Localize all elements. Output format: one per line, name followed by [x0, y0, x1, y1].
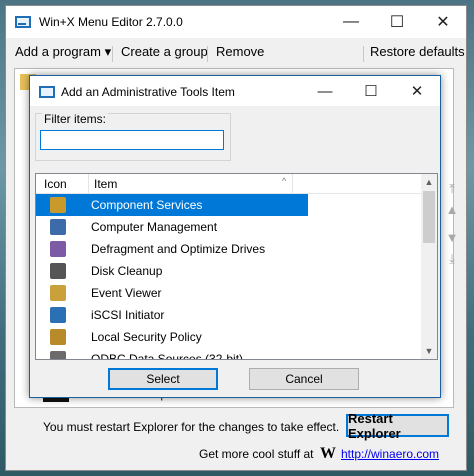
scroll-thumb[interactable]	[423, 191, 435, 243]
column-divider	[292, 174, 293, 193]
maximize-icon[interactable]: ☐	[374, 6, 420, 38]
main-window-title: Win+X Menu Editor 2.7.0.0	[39, 15, 183, 29]
table-row[interactable]: Component Services	[36, 194, 308, 216]
dialog-app-icon	[39, 86, 55, 98]
sort-chevron-icon: ^	[282, 176, 287, 186]
listview-scrollbar[interactable]: ▲ ▼	[421, 174, 437, 359]
promo-text: Get more cool stuff at	[199, 447, 314, 461]
row-label: Component Services	[91, 198, 203, 212]
move-down-icon[interactable]: ▼	[445, 231, 459, 245]
minimize-icon[interactable]: —	[328, 6, 374, 38]
listview-header: Icon Item ^	[36, 174, 421, 194]
scroll-up-icon[interactable]: ▲	[421, 174, 437, 190]
row-label: Event Viewer	[91, 286, 162, 300]
row-label: Defragment and Optimize Drives	[91, 242, 266, 256]
dialog-minimize-icon[interactable]: —	[302, 76, 348, 106]
scroll-down-icon[interactable]: ▼	[421, 343, 437, 359]
toolbar-divider	[112, 46, 113, 62]
dialog-titlebar: Add an Administrative Tools Item — ☐ ✕	[30, 76, 440, 106]
component-services-icon	[50, 197, 66, 213]
close-icon[interactable]: ✕	[420, 6, 466, 38]
table-row[interactable]: ODBC Data Sources (32-bit)	[36, 348, 421, 360]
listview-rows: Component Services Computer Management Def…	[36, 194, 421, 360]
remove-button[interactable]: Remove	[216, 44, 264, 59]
table-row[interactable]: Local Security Policy	[36, 326, 421, 348]
computer-management-icon	[50, 219, 66, 235]
table-row[interactable]: Disk Cleanup	[36, 260, 421, 282]
table-row[interactable]: Computer Management	[36, 216, 421, 238]
create-group-button[interactable]: Create a group	[121, 44, 208, 59]
move-top-icon[interactable]: ⤒	[445, 182, 459, 196]
security-policy-icon	[50, 329, 66, 345]
add-admin-tools-dialog: Add an Administrative Tools Item — ☐ ✕ F…	[29, 75, 441, 398]
winaero-link[interactable]: http://winaero.com	[341, 447, 439, 461]
iscsi-icon	[50, 307, 66, 323]
row-label: Disk Cleanup	[91, 264, 163, 278]
column-header-icon[interactable]: Icon	[44, 177, 67, 191]
add-program-button[interactable]: Add a program ▾	[15, 44, 111, 60]
column-divider	[88, 174, 89, 193]
event-viewer-icon	[50, 285, 66, 301]
defragment-icon	[50, 241, 66, 257]
column-header-item[interactable]: Item	[94, 177, 117, 191]
row-label: Computer Management	[91, 220, 218, 234]
table-row[interactable]: Event Viewer	[36, 282, 421, 304]
toolbar-divider	[207, 46, 208, 62]
cancel-button[interactable]: Cancel	[249, 368, 359, 390]
filter-input[interactable]	[40, 130, 224, 150]
table-row[interactable]: iSCSI Initiator	[36, 304, 421, 326]
row-label: Local Security Policy	[91, 330, 202, 344]
move-bottom-icon[interactable]: ⤓	[445, 252, 459, 266]
items-listview[interactable]: Icon Item ^ Component Services Computer M…	[35, 173, 438, 360]
restart-explorer-button[interactable]: Restart Explorer	[346, 411, 449, 441]
dialog-title: Add an Administrative Tools Item	[61, 85, 235, 99]
restart-message: You must restart Explorer for the change…	[43, 420, 340, 434]
toolbar-divider	[363, 46, 364, 62]
toolbar: Add a program ▾ Create a group Remove Re…	[6, 42, 466, 64]
dialog-maximize-icon[interactable]: ☐	[348, 76, 394, 106]
dialog-close-icon[interactable]: ✕	[394, 76, 440, 106]
move-up-icon[interactable]: ▲	[445, 203, 459, 217]
select-button[interactable]: Select	[108, 368, 218, 390]
app-icon	[15, 16, 31, 28]
table-row[interactable]: Defragment and Optimize Drives	[36, 238, 421, 260]
odbc-icon	[50, 351, 66, 359]
disk-cleanup-icon	[50, 263, 66, 279]
restore-defaults-button[interactable]: Restore defaults	[370, 44, 465, 59]
row-label: iSCSI Initiator	[91, 308, 165, 322]
winaero-logo-icon: W	[320, 445, 336, 462]
filter-label: Filter items:	[42, 112, 109, 126]
row-label: ODBC Data Sources (32-bit)	[91, 352, 244, 360]
main-titlebar: Win+X Menu Editor 2.7.0.0 — ☐ ✕	[6, 6, 466, 38]
